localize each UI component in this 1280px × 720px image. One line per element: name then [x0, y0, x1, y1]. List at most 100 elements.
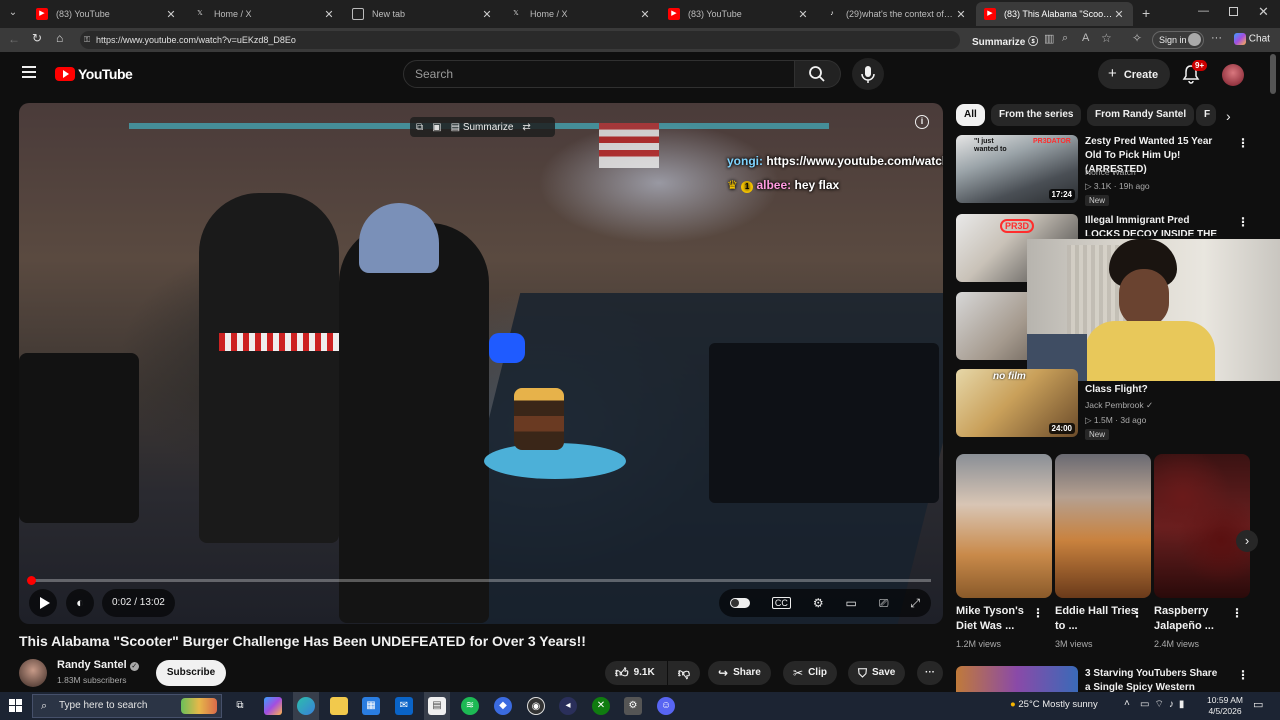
close-tab-icon[interactable]: ✕: [639, 8, 651, 21]
chips-next-arrow[interactable]: ›: [1226, 108, 1231, 124]
task-view-icon[interactable]: ⧉: [231, 697, 249, 715]
minimize-button[interactable]: —: [1198, 5, 1209, 17]
address-bar[interactable]: ⚿ https://www.youtube.com/watch?v=uEKzd8…: [80, 31, 960, 49]
store-icon[interactable]: ▦: [362, 697, 380, 715]
share-button[interactable]: ↪ Share: [708, 661, 771, 685]
file-explorer-icon[interactable]: [330, 697, 348, 715]
favorite-icon[interactable]: ☆: [1101, 31, 1112, 45]
close-tab-icon[interactable]: ✕: [797, 8, 809, 21]
close-tab-icon[interactable]: ✕: [165, 8, 177, 21]
clip-button[interactable]: ✂ Clip: [783, 661, 837, 685]
back-icon[interactable]: ←: [8, 32, 20, 46]
read-aloud-icon[interactable]: A: [1082, 32, 1089, 44]
picture-in-picture-icon[interactable]: ⧉: [416, 122, 423, 133]
dislike-button[interactable]: 👎︎: [668, 661, 700, 685]
sidebar-title-2[interactable]: Illegal Immigrant Pred LOCKS DECOY INSID…: [1085, 214, 1225, 236]
info-icon[interactable]: i: [915, 115, 929, 129]
site-info-icon[interactable]: ⚿: [84, 31, 90, 49]
close-tab-icon[interactable]: ✕: [323, 8, 335, 21]
play-button[interactable]: [29, 589, 57, 617]
taskbar-search-box[interactable]: ⌕ Type here to search: [32, 694, 222, 718]
sidebar-title-next[interactable]: 3 Starving YouTubers Share a Single Spic…: [1085, 667, 1225, 692]
close-window-button[interactable]: ✕: [1258, 4, 1269, 20]
new-tab-button[interactable]: +: [1142, 5, 1150, 21]
voice-search-button[interactable]: [852, 58, 884, 90]
browser-tab[interactable]: ♪ (29)what's the context of this scen✕: [818, 2, 975, 26]
video-player[interactable]: ⧉ ▣ ▤ Summarize ⇄ i yongi: https://www.y…: [19, 103, 943, 624]
short-menu-icon[interactable]: ⋮: [1231, 606, 1243, 620]
weather-widget[interactable]: ● 25°C Mostly sunny: [1010, 699, 1098, 710]
autoplay-toggle[interactable]: [729, 598, 750, 608]
settings-gear-icon[interactable]: ⚙: [813, 596, 824, 610]
guide-menu-icon[interactable]: [22, 66, 36, 78]
browser-tab[interactable]: ▶ (83) This Alabama "Scooter" Burge✕: [976, 2, 1133, 26]
youtube-logo[interactable]: YouTube: [55, 66, 133, 82]
scrollbar-thumb[interactable]: [1270, 54, 1276, 94]
account-avatar[interactable]: [1222, 64, 1244, 86]
close-tab-icon[interactable]: ✕: [1113, 8, 1125, 21]
chip-from-series[interactable]: From the series: [991, 104, 1082, 126]
notifications-button[interactable]: 9+: [1182, 60, 1208, 89]
browser-menu-icon[interactable]: ···: [1211, 32, 1222, 44]
battery-icon[interactable]: ▮: [1179, 699, 1190, 710]
sign-in-button[interactable]: Sign in: [1152, 31, 1204, 49]
sidebar-thumbnail-next[interactable]: [956, 666, 1078, 692]
windows-start-button[interactable]: [9, 699, 22, 712]
volume-button[interactable]: ◐: [66, 589, 94, 617]
copilot-chat-button[interactable]: Chat: [1234, 33, 1270, 45]
zoom-icon[interactable]: ⌕: [1062, 32, 1068, 45]
progress-bar[interactable]: [27, 576, 931, 585]
sidebar-channel-4[interactable]: Jack Pembrook ✓: [1085, 399, 1153, 411]
discord-icon[interactable]: ☺: [657, 697, 675, 715]
short-menu-icon[interactable]: ⋮: [1032, 606, 1044, 620]
sidebar-menu-icon[interactable]: ⋮: [1237, 668, 1249, 682]
sidebar-thumbnail-4[interactable]: no film 24:00: [956, 369, 1078, 437]
like-button[interactable]: 👍︎ 9.1K: [605, 661, 667, 685]
progress-scrubber[interactable]: [27, 576, 36, 585]
tab-list-button[interactable]: ⌄: [6, 7, 20, 21]
app-icon-2[interactable]: ◉: [527, 697, 545, 715]
clock[interactable]: 10:59 AM 4/5/2026: [1207, 695, 1243, 717]
outlook-icon[interactable]: ✉: [395, 697, 413, 715]
save-button[interactable]: ⛉ Save: [848, 661, 906, 685]
fullscreen-icon[interactable]: ⤢: [910, 596, 920, 611]
notification-center-icon[interactable]: ▭: [1253, 698, 1263, 711]
browser-tab[interactable]: ▶ (83) YouTube ✕: [660, 2, 817, 26]
tray-app-icon[interactable]: ▭: [1140, 699, 1154, 710]
close-tab-icon[interactable]: ✕: [481, 8, 493, 21]
summarize-extension-button[interactable]: Summarize ⓢ: [972, 33, 1038, 48]
browser-tab[interactable]: 𝕏 Home / X ✕: [186, 2, 343, 26]
shorts-next-arrow[interactable]: ›: [1236, 530, 1258, 552]
short-thumbnail-1[interactable]: [956, 454, 1052, 598]
xbox-icon[interactable]: ✕: [592, 697, 610, 715]
chip-from-channel[interactable]: From Randy Santel: [1087, 104, 1195, 126]
cast-icon[interactable]: ⎚: [879, 596, 889, 611]
search-input[interactable]: Search: [403, 60, 795, 88]
sidebar-menu-icon[interactable]: ⋮: [1237, 136, 1249, 150]
home-icon[interactable]: ⌂: [56, 31, 63, 45]
theater-mode-icon[interactable]: ▭: [846, 596, 857, 610]
sidebar-menu-icon[interactable]: ⋮: [1237, 215, 1249, 229]
volume-tray-icon[interactable]: ♪: [1169, 699, 1179, 710]
spotify-icon[interactable]: ≋: [461, 697, 479, 715]
search-button[interactable]: [795, 60, 841, 88]
short-thumbnail-3[interactable]: [1154, 454, 1250, 598]
restore-button[interactable]: [1229, 7, 1238, 16]
captions-icon[interactable]: CC: [771, 597, 791, 609]
create-button[interactable]: + Create: [1098, 59, 1170, 89]
chip-more[interactable]: F: [1196, 104, 1216, 126]
reader-icon[interactable]: ▥: [1044, 32, 1054, 45]
browser-tab[interactable]: 𝕏 Home / X ✕: [502, 2, 659, 26]
channel-avatar[interactable]: [19, 659, 47, 687]
more-actions-button[interactable]: ···: [917, 661, 943, 685]
app-icon-4[interactable]: ⚙: [624, 697, 642, 715]
browser-tab[interactable]: New tab ✕: [344, 2, 501, 26]
browser-tab[interactable]: ▶ (83) YouTube ✕: [28, 2, 185, 26]
short-menu-icon[interactable]: ⋮: [1131, 606, 1143, 620]
miniplayer-icon[interactable]: ▣: [432, 122, 441, 133]
short-thumbnail-2[interactable]: [1055, 454, 1151, 598]
sidebar-channel-1[interactable]: Nonce Watch: [1085, 166, 1136, 178]
copilot-taskbar-icon[interactable]: [264, 697, 282, 715]
tray-chevron-icon[interactable]: ˄: [1124, 698, 1130, 709]
subscribe-button[interactable]: Subscribe: [156, 660, 226, 686]
